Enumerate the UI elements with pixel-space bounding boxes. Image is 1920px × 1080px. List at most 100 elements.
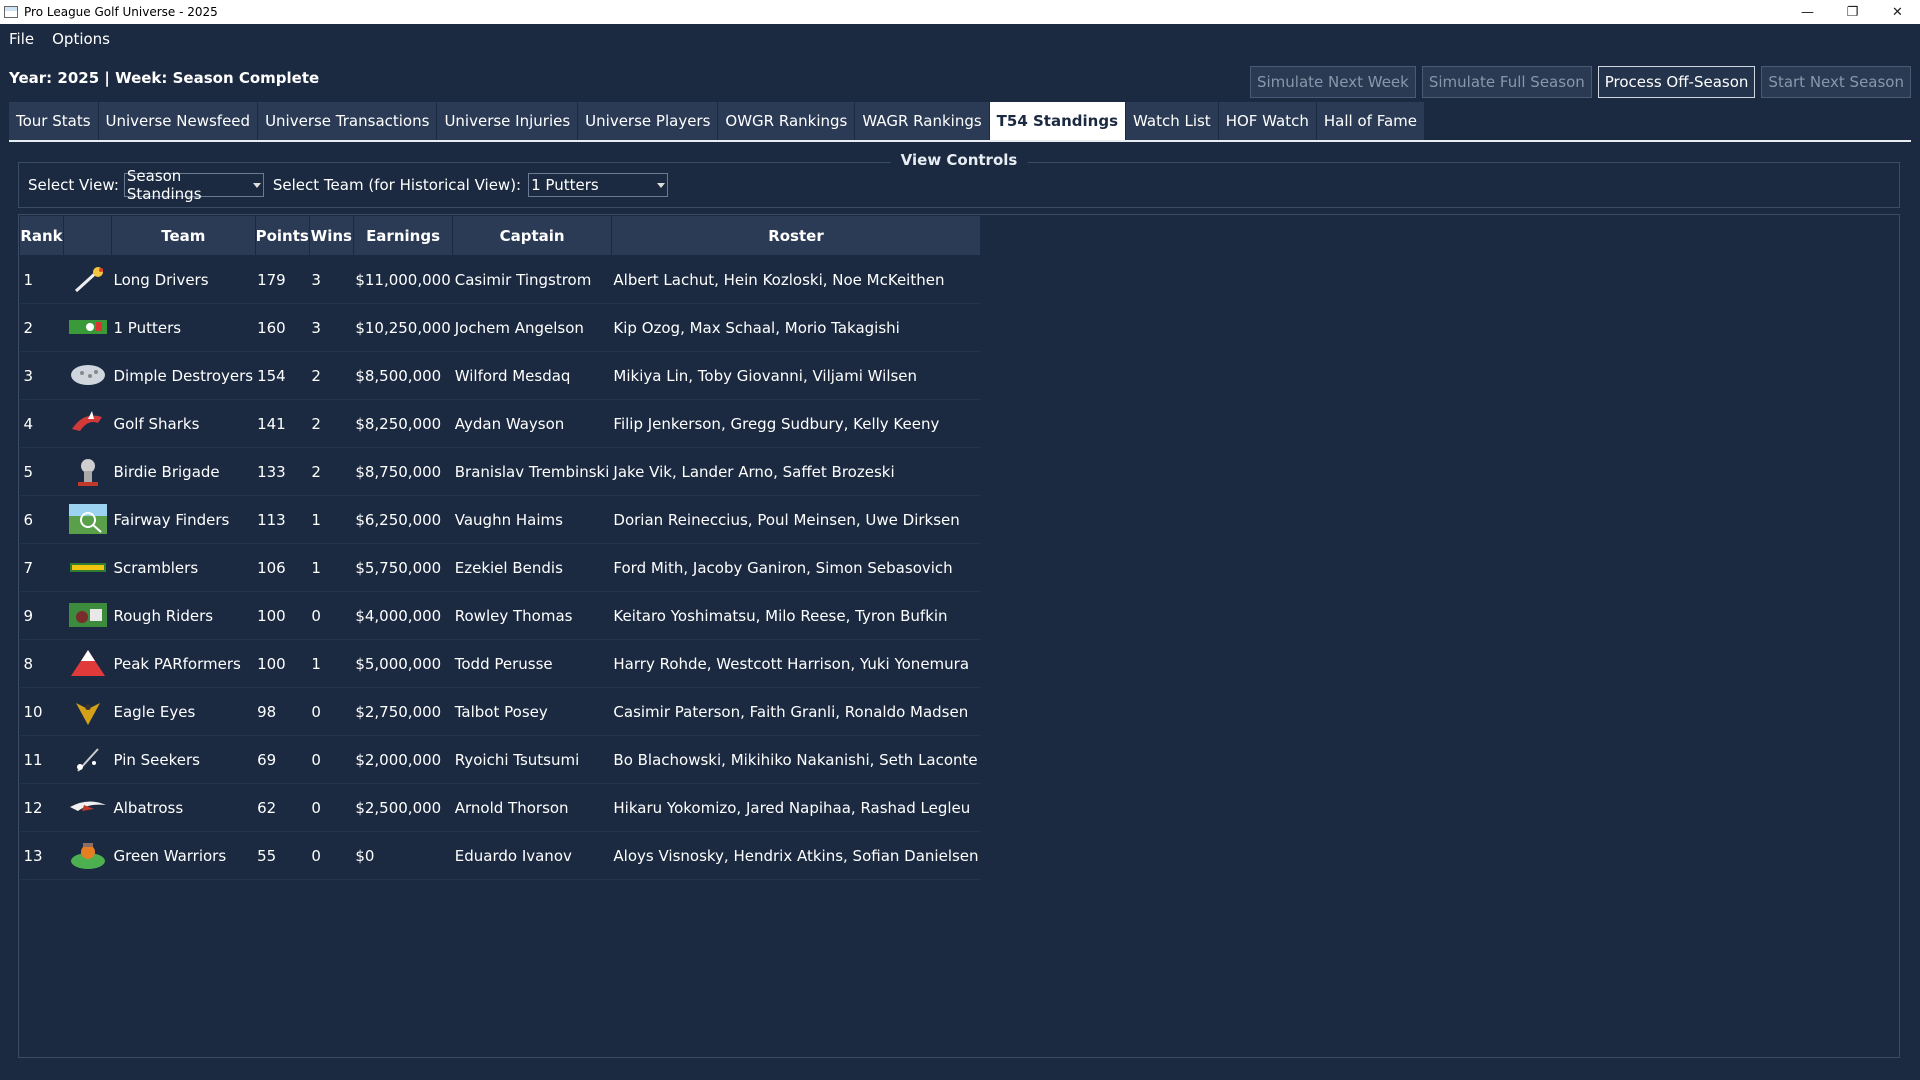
wins-cell: 0 (309, 736, 353, 784)
wins-cell: 0 (309, 688, 353, 736)
earnings-cell: $2,500,000 (353, 784, 452, 832)
table-row[interactable]: 9Rough Riders1000$4,000,000Rowley Thomas… (20, 592, 981, 640)
earnings-cell: $2,750,000 (353, 688, 452, 736)
column-header-earnings[interactable]: Earnings (353, 216, 452, 256)
table-row[interactable]: 10Eagle Eyes980$2,750,000Talbot PoseyCas… (20, 688, 981, 736)
wins-cell: 1 (309, 640, 353, 688)
rank-cell: 5 (20, 448, 64, 496)
team-cell: Birdie Brigade (112, 448, 256, 496)
roster-cell: Ford Mith, Jacoby Ganiron, Simon Sebasov… (611, 544, 980, 592)
tab-universe-newsfeed[interactable]: Universe Newsfeed (99, 102, 259, 140)
rank-cell: 6 (20, 496, 64, 544)
tab-hall-of-fame[interactable]: Hall of Fame (1317, 102, 1425, 140)
table-row[interactable]: 4Golf Sharks1412$8,250,000Aydan WaysonFi… (20, 400, 981, 448)
tab-universe-players[interactable]: Universe Players (578, 102, 718, 140)
birdie-brigade-logo-icon (66, 453, 110, 489)
team-cell: Scramblers (112, 544, 256, 592)
tab-hof-watch[interactable]: HOF Watch (1219, 102, 1317, 140)
points-cell: 154 (255, 352, 309, 400)
captain-cell: Eduardo Ivanov (453, 832, 612, 880)
simulate-full-season-button[interactable]: Simulate Full Season (1422, 66, 1592, 98)
rank-cell: 9 (20, 592, 64, 640)
captain-cell: Branislav Trembinski (453, 448, 612, 496)
points-cell: 69 (255, 736, 309, 784)
tab-t54-standings[interactable]: T54 Standings (990, 102, 1126, 140)
points-cell: 106 (255, 544, 309, 592)
earnings-cell: $8,500,000 (353, 352, 452, 400)
team-cell: Eagle Eyes (112, 688, 256, 736)
logo-cell (64, 304, 112, 352)
table-row[interactable]: 5Birdie Brigade1332$8,750,000Branislav T… (20, 448, 981, 496)
table-row[interactable]: 12Albatross620$2,500,000Arnold ThorsonHi… (20, 784, 981, 832)
close-icon[interactable]: ✕ (1875, 0, 1920, 24)
column-header-wins[interactable]: Wins (309, 216, 353, 256)
logo-cell (64, 832, 112, 880)
roster-cell: Aloys Visnosky, Hendrix Atkins, Sofian D… (611, 832, 980, 880)
select-view-dropdown[interactable]: Season Standings (124, 173, 264, 197)
table-row[interactable]: 7Scramblers1061$5,750,000Ezekiel BendisF… (20, 544, 981, 592)
tab-universe-injuries[interactable]: Universe Injuries (437, 102, 578, 140)
column-header-logo[interactable] (64, 216, 112, 256)
earnings-cell: $8,250,000 (353, 400, 452, 448)
captain-cell: Wilford Mesdaq (453, 352, 612, 400)
wins-cell: 2 (309, 352, 353, 400)
menu-file[interactable]: File (9, 30, 34, 48)
rough-riders-logo-icon (66, 597, 110, 633)
column-header-team[interactable]: Team (112, 216, 256, 256)
table-row[interactable]: 3Dimple Destroyers1542$8,500,000Wilford … (20, 352, 981, 400)
minimize-icon[interactable]: — (1785, 0, 1830, 24)
rank-cell: 12 (20, 784, 64, 832)
team-cell: Golf Sharks (112, 400, 256, 448)
points-cell: 98 (255, 688, 309, 736)
wins-cell: 1 (309, 544, 353, 592)
select-team-label: Select Team (for Historical View): (273, 176, 521, 194)
captain-cell: Vaughn Haims (453, 496, 612, 544)
captain-cell: Todd Perusse (453, 640, 612, 688)
table-row[interactable]: 1Long Drivers1793$11,000,000Casimir Ting… (20, 256, 981, 304)
points-cell: 100 (255, 640, 309, 688)
select-view-label: Select View: (28, 176, 119, 194)
status-row: Year: 2025 | Week: Season Complete Simul… (0, 53, 1920, 105)
logo-cell (64, 640, 112, 688)
rank-cell: 3 (20, 352, 64, 400)
tab-wagr-rankings[interactable]: WAGR Rankings (855, 102, 989, 140)
tab-owgr-rankings[interactable]: OWGR Rankings (718, 102, 855, 140)
column-header-rank[interactable]: Rank (20, 216, 64, 256)
menu-options[interactable]: Options (52, 30, 110, 48)
start-next-season-button[interactable]: Start Next Season (1761, 66, 1911, 98)
simulate-next-week-button[interactable]: Simulate Next Week (1250, 66, 1416, 98)
earnings-cell: $2,000,000 (353, 736, 452, 784)
table-row[interactable]: 11Pin Seekers690$2,000,000Ryoichi Tsutsu… (20, 736, 981, 784)
logo-cell (64, 496, 112, 544)
team-cell: Fairway Finders (112, 496, 256, 544)
logo-cell (64, 592, 112, 640)
restore-icon[interactable]: ❐ (1830, 0, 1875, 24)
earnings-cell: $11,000,000 (353, 256, 452, 304)
table-row[interactable]: 21 Putters1603$10,250,000Jochem Angelson… (20, 304, 981, 352)
table-row[interactable]: 8Peak PARformers1001$5,000,000Todd Perus… (20, 640, 981, 688)
select-team-dropdown[interactable]: 1 Putters (528, 173, 668, 197)
captain-cell: Jochem Angelson (453, 304, 612, 352)
standings-table: RankTeamPointsWinsEarningsCaptainRoster … (19, 215, 981, 880)
points-cell: 100 (255, 592, 309, 640)
team-cell: Rough Riders (112, 592, 256, 640)
wins-cell: 0 (309, 784, 353, 832)
column-header-roster[interactable]: Roster (611, 216, 980, 256)
column-header-captain[interactable]: Captain (453, 216, 612, 256)
table-row[interactable]: 13Green Warriors550$0Eduardo IvanovAloys… (20, 832, 981, 880)
logo-cell (64, 688, 112, 736)
captain-cell: Ezekiel Bendis (453, 544, 612, 592)
process-off-season-button[interactable]: Process Off-Season (1598, 66, 1756, 98)
logo-cell (64, 736, 112, 784)
points-cell: 55 (255, 832, 309, 880)
table-row[interactable]: 6Fairway Finders1131$6,250,000Vaughn Hai… (20, 496, 981, 544)
pin-seekers-logo-icon (66, 741, 110, 777)
long-drivers-logo-icon (66, 261, 110, 297)
roster-cell: Keitaro Yoshimatsu, Milo Reese, Tyron Bu… (611, 592, 980, 640)
tab-universe-transactions[interactable]: Universe Transactions (258, 102, 437, 140)
column-header-points[interactable]: Points (255, 216, 309, 256)
tab-watch-list[interactable]: Watch List (1126, 102, 1219, 140)
tab-tour-stats[interactable]: Tour Stats (9, 102, 99, 140)
roster-cell: Jake Vik, Lander Arno, Saffet Brozeski (611, 448, 980, 496)
dimple-destroyers-logo-icon (66, 357, 110, 393)
